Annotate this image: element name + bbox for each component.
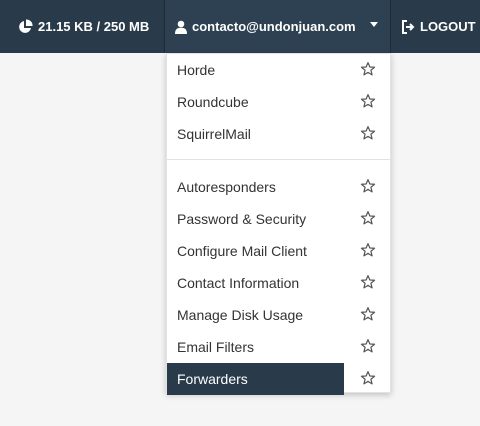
menu-item-label: Manage Disk Usage — [177, 307, 304, 323]
star-outline-icon[interactable] — [360, 125, 376, 141]
menu-item-label: Roundcube — [177, 94, 249, 110]
star-outline-icon[interactable] — [360, 306, 376, 322]
user-email: contacto@undonjuan.com — [192, 19, 356, 34]
user-icon — [175, 20, 187, 34]
star-outline-icon[interactable] — [360, 178, 376, 194]
menu-divider — [167, 159, 390, 160]
menu-item-forwarders[interactable]: Forwarders — [167, 363, 390, 395]
menu-item-label: Forwarders — [167, 363, 344, 395]
menu-item-label: Horde — [177, 62, 216, 78]
star-outline-icon[interactable] — [360, 338, 376, 354]
pie-chart-icon — [17, 18, 33, 35]
chevron-down-icon — [370, 22, 378, 27]
star-outline-icon[interactable] — [360, 210, 376, 226]
star-outline-icon[interactable] — [360, 242, 376, 258]
menu-item-contact-information[interactable]: Contact Information — [167, 267, 390, 299]
star-outline-icon[interactable] — [360, 61, 376, 77]
menu-item-label: Autoresponders — [177, 179, 276, 195]
top-bar: 21.15 KB / 250 MB contacto@undonjuan.com… — [0, 0, 480, 53]
logout-label: LOGOUT — [420, 19, 476, 34]
star-outline-icon[interactable] — [360, 370, 376, 386]
menu-item-label: SquirrelMail — [177, 126, 251, 142]
menu-item-label: Email Filters — [177, 339, 255, 355]
menu-item-label: Password & Security — [177, 211, 307, 227]
disk-usage-text: 21.15 KB / 250 MB — [38, 19, 150, 34]
menu-item-squirrelmail[interactable]: SquirrelMail — [167, 118, 390, 150]
menu-item-label: Configure Mail Client — [177, 243, 307, 259]
menu-item-autoresponders[interactable]: Autoresponders — [167, 171, 390, 203]
disk-usage[interactable]: 21.15 KB / 250 MB — [0, 0, 165, 53]
star-outline-icon[interactable] — [360, 274, 376, 290]
user-menu-toggle[interactable]: contacto@undonjuan.com — [165, 0, 391, 53]
menu-item-label: Contact Information — [177, 275, 300, 291]
logout-button[interactable]: LOGOUT — [391, 0, 480, 53]
menu-item-horde[interactable]: Horde — [167, 54, 390, 86]
menu-item-email-filters[interactable]: Email Filters — [167, 331, 390, 363]
menu-item-manage-disk-usage[interactable]: Manage Disk Usage — [167, 299, 390, 331]
star-outline-icon[interactable] — [360, 93, 376, 109]
user-dropdown-menu: Horde Roundcube SquirrelMail Autorespond… — [166, 53, 391, 395]
menu-item-roundcube[interactable]: Roundcube — [167, 86, 390, 118]
menu-item-password-security[interactable]: Password & Security — [167, 203, 390, 235]
sign-out-icon — [401, 19, 415, 34]
menu-item-configure-mail-client[interactable]: Configure Mail Client — [167, 235, 390, 267]
